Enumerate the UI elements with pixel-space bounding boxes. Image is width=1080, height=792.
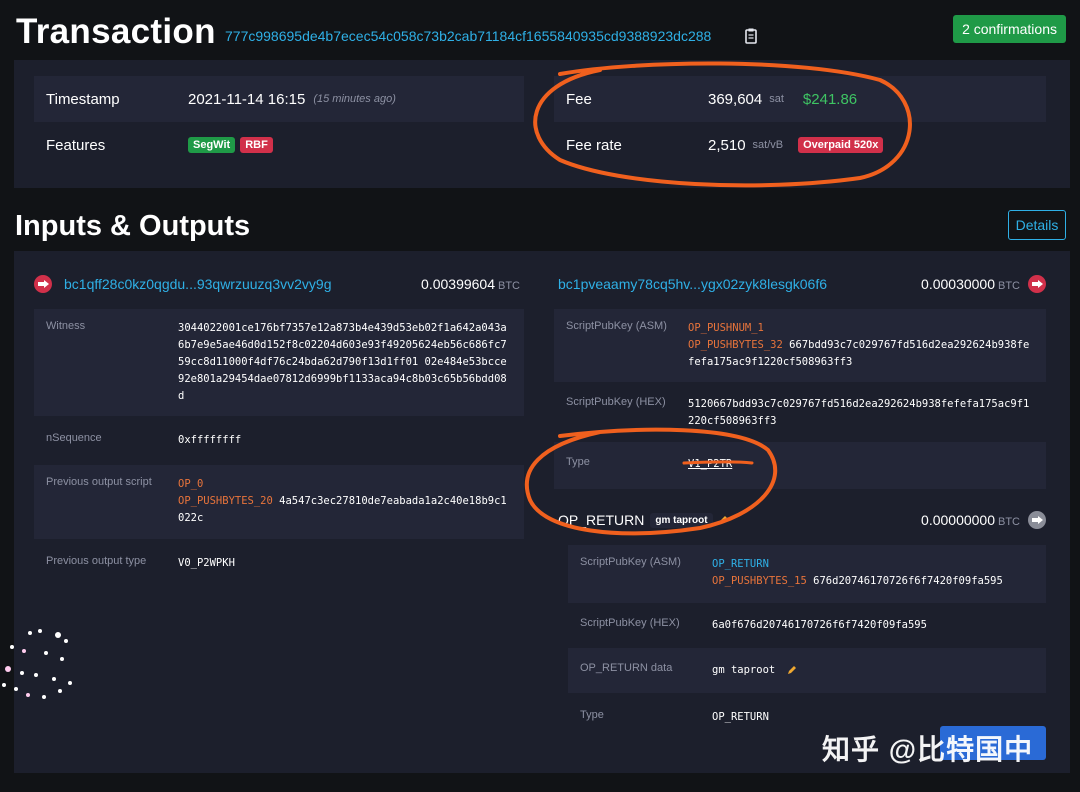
prev-type-label: Previous output type — [46, 555, 147, 567]
fee-label: Fee — [566, 90, 592, 108]
fee-usd: $241.86 — [802, 90, 858, 108]
summary-left-table: Timestamp 2021-11-14 16:15 (15 minutes a… — [34, 76, 524, 168]
witness-row: Witness 3044022001ce176bf7357e12a873b4e4… — [34, 309, 524, 416]
page-title: Transaction — [16, 12, 216, 51]
transaction-header: Transaction 777c998695de4b7ecec54c058c73… — [14, 10, 1070, 54]
output1-amount-unit: BTC — [998, 280, 1020, 292]
input-amount: 0.00399604 BTC — [421, 276, 520, 292]
output2-type-value: OP_RETURN — [712, 711, 769, 723]
input-details: Witness 3044022001ce176bf7357e12a873b4e4… — [34, 309, 524, 583]
output1-hex-row: ScriptPubKey (HEX) 5120667bdd93c7c029767… — [554, 382, 1046, 442]
output1-asm-label: ScriptPubKey (ASM) — [566, 320, 667, 332]
output2-asm-op1: OP_RETURN — [712, 558, 769, 570]
nsequence-row: nSequence 0xffffffff — [34, 416, 524, 465]
pencil-icon — [718, 516, 727, 524]
output1-amount-value: 0.00030000 — [921, 276, 995, 292]
summary-panel: Timestamp 2021-11-14 16:15 (15 minutes a… — [14, 60, 1070, 188]
watermark: 知乎 @比特国中 — [822, 734, 1034, 765]
inputs-outputs-title: Inputs & Outputs — [15, 210, 251, 242]
overpaid-badge: Overpaid 520x — [798, 137, 884, 153]
output1-asm-op2: OP_PUSHBYTES_32 — [688, 339, 783, 351]
inputs-outputs-panel: bc1qff28c0kz0qgdu...93qwrzuuzq3vv2vy9g 0… — [14, 251, 1070, 773]
output2-details: ScriptPubKey (ASM) OP_RETURN OP_PUSHBYTE… — [554, 545, 1046, 737]
output2-asm-row: ScriptPubKey (ASM) OP_RETURN OP_PUSHBYTE… — [568, 545, 1046, 603]
output1-type-label: Type — [566, 456, 590, 468]
prev-script-op-0: OP_0 — [178, 478, 204, 490]
fee-rate-label: Fee rate — [566, 136, 622, 154]
arrow-right-icon[interactable] — [34, 275, 52, 293]
timestamp-row: Timestamp 2021-11-14 16:15 (15 minutes a… — [34, 76, 524, 122]
features-label: Features — [46, 136, 106, 154]
features-row: Features SegWit RBF — [34, 122, 524, 168]
output2-amount-value: 0.00000000 — [921, 512, 995, 528]
output1-asm-op1: OP_PUSHNUM_1 — [688, 322, 764, 334]
output2-hex-row: ScriptPubKey (HEX) 6a0f676d20746170726f6… — [568, 603, 1046, 648]
pencil-icon — [787, 666, 796, 674]
output1-address-link[interactable]: bc1pveaamy78cq5hv...ygx02zyk8lesgk06f6 — [558, 276, 827, 292]
details-button[interactable]: Details — [1008, 210, 1066, 240]
particle-dots-decoration — [2, 629, 72, 699]
witness-value: 3044022001ce176bf7357e12a873b4e439d53eb0… — [178, 322, 507, 402]
output1-type-value: V1_P2TR — [688, 458, 733, 470]
fee-rate-value: 2,510 — [708, 136, 746, 154]
timestamp-value: 2021-11-14 16:15 — [188, 90, 306, 108]
confirmations-button[interactable]: 2 confirmations — [953, 15, 1066, 43]
output1-asm-row: ScriptPubKey (ASM) OP_PUSHNUM_1 OP_PUSHB… — [554, 309, 1046, 382]
output1-details: ScriptPubKey (ASM) OP_PUSHNUM_1 OP_PUSHB… — [554, 309, 1046, 489]
fee-rate-row: Fee rate 2,510 sat/vB Overpaid 520x — [554, 122, 1046, 168]
output2-type-label: Type — [580, 709, 604, 721]
output2-hex-value: 6a0f676d20746170726f6f7420f09fa595 — [712, 619, 927, 631]
output2-header: OP_RETURN gm taproot 0.00000000 BTC — [554, 495, 1046, 545]
fee-rate-unit: sat/vB — [752, 139, 784, 151]
output2-hex-label: ScriptPubKey (HEX) — [580, 617, 680, 629]
prev-type-row: Previous output type V0_P2WPKH — [34, 539, 524, 583]
timestamp-relative: (15 minutes ago) — [313, 93, 396, 105]
prev-script-label: Previous output script — [46, 476, 152, 488]
output1-hex-label: ScriptPubKey (HEX) — [566, 396, 666, 408]
arrow-right-icon[interactable] — [1028, 511, 1046, 529]
arrow-right-icon[interactable] — [1028, 275, 1046, 293]
output2-data-text: gm taproot — [712, 664, 776, 676]
output2-asm-op2: OP_PUSHBYTES_15 — [712, 575, 807, 587]
input-amount-unit: BTC — [498, 280, 520, 292]
output2-asm-value: OP_RETURN OP_PUSHBYTES_15 676d2074617072… — [712, 556, 1034, 592]
input-amount-value: 0.00399604 — [421, 276, 495, 292]
summary-right-table: Fee 369,604 sat $241.86 Fee rate 2,510 s… — [554, 76, 1046, 168]
output2-data-row: OP_RETURN data gm taproot — [568, 648, 1046, 693]
input-header: bc1qff28c0kz0qgdu...93qwrzuuzq3vv2vy9g 0… — [34, 259, 524, 309]
prev-script-value: OP_0 OP_PUSHBYTES_20 4a547c3ec27810de7ea… — [178, 476, 512, 528]
output1-hex-value: 5120667bdd93c7c029767fd516d2ea292624b938… — [688, 398, 1030, 427]
prev-script-row: Previous output script OP_0 OP_PUSHBYTES… — [34, 465, 524, 539]
prev-script-op-pushbytes: OP_PUSHBYTES_20 — [178, 495, 273, 507]
output2-data-value: gm taproot — [712, 662, 1034, 679]
witness-label: Witness — [46, 320, 86, 332]
fee-row: Fee 369,604 sat $241.86 — [554, 76, 1046, 122]
output1-type-row: Type V1_P2TR — [554, 442, 1046, 489]
output-column: bc1pveaamy78cq5hv...ygx02zyk8lesgk06f6 0… — [554, 251, 1046, 737]
output1-amount: 0.00030000 BTC — [921, 276, 1020, 292]
output2-asm-label: ScriptPubKey (ASM) — [580, 556, 681, 568]
rbf-badge[interactable]: RBF — [240, 137, 273, 153]
output2-tag: gm taproot — [650, 512, 713, 528]
segwit-badge[interactable]: SegWit — [188, 137, 236, 153]
prev-type-value: V0_P2WPKH — [178, 557, 235, 569]
timestamp-label: Timestamp — [46, 90, 120, 108]
clipboard-icon[interactable] — [744, 28, 758, 44]
input-address-link[interactable]: bc1qff28c0kz0qgdu...93qwrzuuzq3vv2vy9g — [64, 276, 331, 292]
nsequence-label: nSequence — [46, 432, 102, 444]
output2-amount-unit: BTC — [998, 516, 1020, 528]
nsequence-value: 0xffffffff — [178, 434, 242, 446]
fee-value: 369,604 — [708, 90, 763, 108]
output1-asm-value: OP_PUSHNUM_1 OP_PUSHBYTES_32 667bdd93c7c… — [688, 320, 1034, 371]
output2-amount: 0.00000000 BTC — [921, 512, 1020, 528]
output2-asm-data: 676d20746170726f6f7420f09fa595 — [813, 575, 1003, 587]
output2-title: OP_RETURN — [558, 512, 645, 528]
txid-link[interactable]: 777c998695de4b7ecec54c058c73b2cab71184cf… — [225, 28, 711, 44]
output1-header: bc1pveaamy78cq5hv...ygx02zyk8lesgk06f6 0… — [554, 259, 1046, 309]
input-column: bc1qff28c0kz0qgdu...93qwrzuuzq3vv2vy9g 0… — [34, 251, 524, 583]
fee-unit: sat — [769, 93, 784, 105]
output2-data-label: OP_RETURN data — [580, 662, 673, 674]
